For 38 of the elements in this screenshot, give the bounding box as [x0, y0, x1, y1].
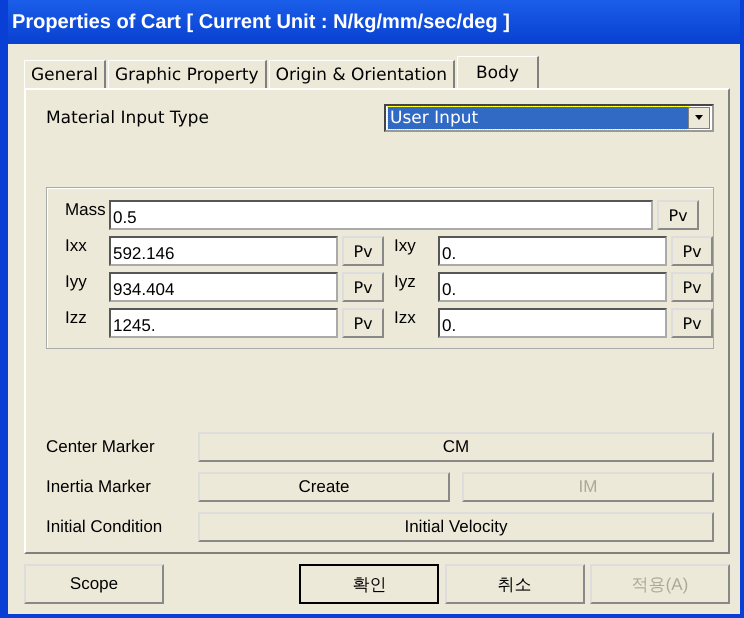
- pv-button[interactable]: Pv: [671, 236, 713, 266]
- dialog-button[interactable]: 취소: [444, 564, 585, 604]
- marker-button[interactable]: Initial Velocity: [198, 512, 714, 542]
- field-label: Iyy: [65, 272, 88, 292]
- field-label: Izx: [394, 308, 417, 328]
- marker-button[interactable]: Create: [198, 472, 450, 502]
- pv-button[interactable]: Pv: [342, 308, 384, 338]
- pv-button[interactable]: Pv: [342, 236, 384, 266]
- window-title: Properties of Cart [ Current Unit : N/kg/mm/sec/deg ]: [12, 10, 510, 34]
- inertia-input-field[interactable]: 0.: [438, 308, 667, 338]
- inertia-input-field[interactable]: 0.: [438, 272, 667, 302]
- field-label: Center Marker: [46, 437, 156, 457]
- inertia-input-field[interactable]: 0.: [438, 236, 667, 266]
- field-label: Initial Condition: [46, 517, 164, 537]
- field-label: Mass: [65, 200, 105, 220]
- field-label: Iyz: [394, 272, 417, 292]
- pv-button[interactable]: Pv: [657, 200, 699, 230]
- inertia-input-field[interactable]: 1245.: [109, 308, 338, 338]
- material-type-dropdown[interactable]: User Input: [384, 104, 714, 132]
- inertia-input-field[interactable]: 592.146: [109, 236, 338, 266]
- inertia-input-field[interactable]: 934.404: [109, 272, 338, 302]
- tab[interactable]: Graphic Property: [108, 60, 267, 88]
- pv-button[interactable]: Pv: [342, 272, 384, 302]
- dialog-button[interactable]: Scope: [24, 564, 164, 604]
- marker-button[interactable]: CM: [198, 432, 714, 462]
- mass-input-field[interactable]: 0.5: [109, 200, 653, 230]
- field-label: Material Input Type: [46, 108, 209, 128]
- tab[interactable]: General: [24, 60, 106, 88]
- field-label: Ixy: [394, 236, 417, 256]
- field-label: Inertia Marker: [46, 477, 152, 497]
- tab[interactable]: Origin & Orientation: [268, 60, 455, 88]
- pv-button[interactable]: Pv: [671, 272, 713, 302]
- field-label: Ixx: [65, 236, 88, 256]
- pv-button[interactable]: Pv: [671, 308, 713, 338]
- dialog-button[interactable]: 확인: [299, 564, 440, 604]
- dropdown-value: User Input: [388, 107, 688, 129]
- tab[interactable]: Body: [456, 56, 539, 88]
- field-label: Izz: [65, 308, 88, 328]
